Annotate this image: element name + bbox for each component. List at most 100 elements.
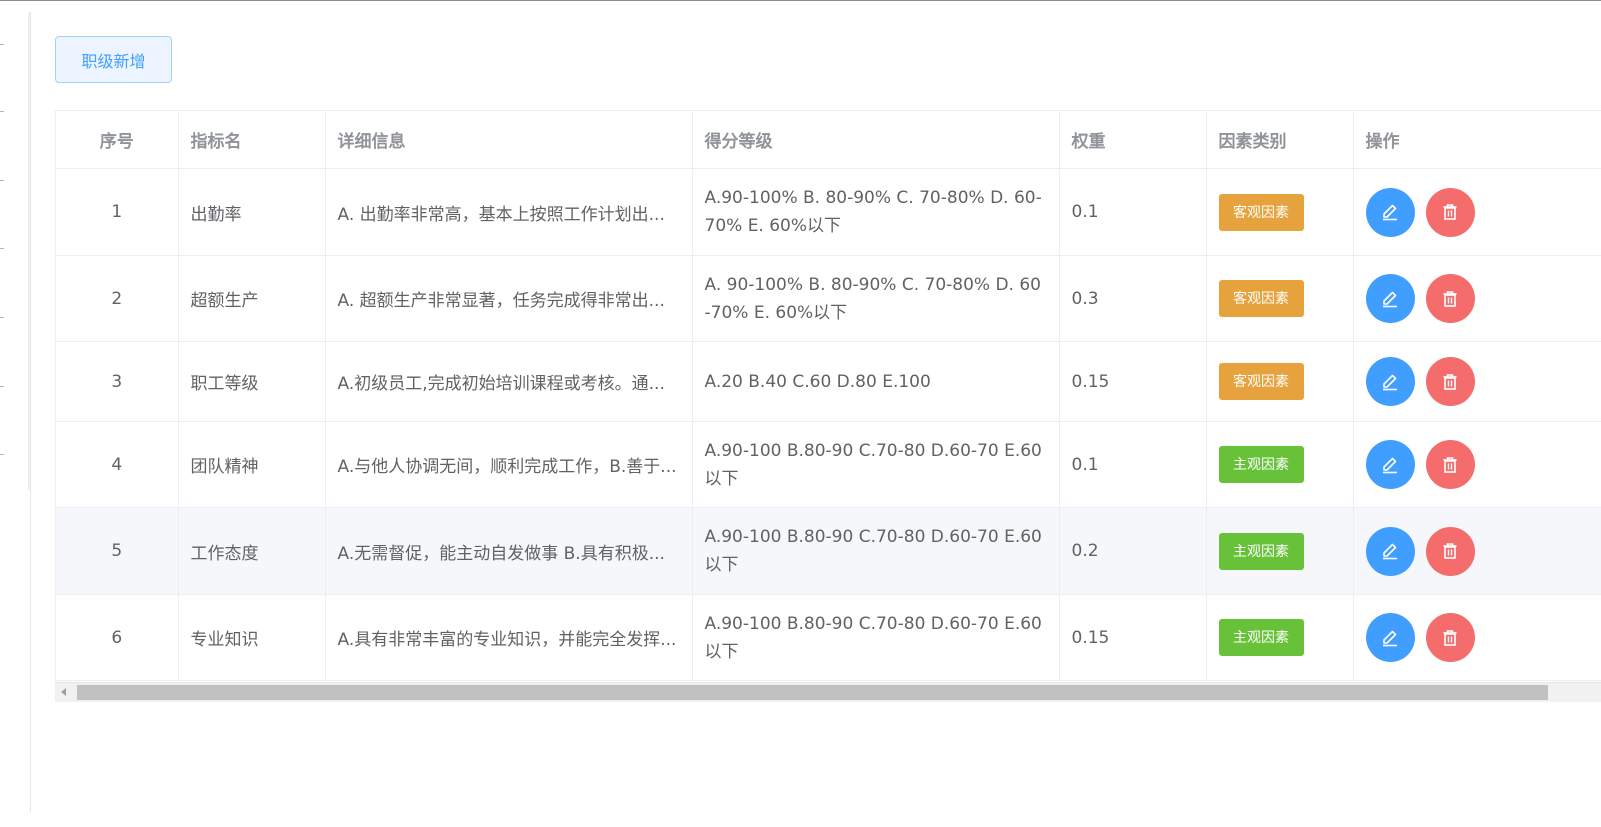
- cell-factor: 主观因素: [1206, 594, 1354, 681]
- cell-name: 专业知识: [178, 594, 326, 681]
- edit-button[interactable]: [1365, 187, 1415, 237]
- cell-weight: 0.1: [1059, 421, 1207, 508]
- cell-ops: [1353, 168, 1601, 256]
- edit-icon: [1383, 457, 1397, 473]
- delete-button[interactable]: [1425, 357, 1475, 406]
- sidebar-tick: [0, 111, 4, 112]
- header-weight: 权重: [1059, 111, 1207, 169]
- left-sidebar-edge: [0, 12, 31, 812]
- cell-detail: A.无需督促，能主动自发做事 B.具有积极...: [325, 507, 693, 595]
- cell-factor: 客观因素: [1206, 341, 1354, 422]
- table-header-row: 序号 指标名 详细信息 得分等级 权重 因素类别 操作: [56, 111, 1601, 169]
- edit-button[interactable]: [1365, 613, 1415, 662]
- table-row: 1 出勤率 A. 出勤率非常高，基本上按照工作计划出... A.90-100% …: [56, 168, 1601, 256]
- cell-grade: A.90-100 B.80-90 C.70-80 D.60-70 E.60以下: [692, 421, 1060, 508]
- edit-button[interactable]: [1365, 526, 1415, 576]
- delete-icon: [1443, 373, 1457, 390]
- cell-factor: 客观因素: [1206, 255, 1354, 342]
- table-row: 3 职工等级 A.初级员工,完成初始培训课程或考核。通... A.20 B.40…: [56, 341, 1601, 422]
- cell-name: 超额生产: [178, 255, 326, 342]
- add-rank-button[interactable]: 职级新增: [55, 36, 172, 83]
- factor-tag: 主观因素: [1218, 532, 1304, 570]
- delete-button[interactable]: [1425, 613, 1475, 662]
- sidebar-shadow: [28, 12, 30, 490]
- edit-button[interactable]: [1365, 357, 1415, 406]
- sidebar-tick: [0, 317, 4, 318]
- cell-detail: A.与他人协调无间，顺利完成工作，B.善于...: [325, 421, 693, 508]
- cell-grade: A.20 B.40 C.60 D.80 E.100: [692, 341, 1060, 422]
- cell-grade: A.90-100% B. 80-90% C. 70-80% D. 60-70% …: [692, 168, 1060, 256]
- delete-icon: [1443, 629, 1457, 646]
- cell-ops: [1353, 507, 1601, 595]
- sidebar-tick: [0, 454, 4, 455]
- edit-button[interactable]: [1365, 274, 1415, 323]
- cell-weight: 0.2: [1059, 507, 1207, 595]
- edit-icon: [1383, 630, 1397, 646]
- factor-tag: 客观因素: [1218, 193, 1304, 231]
- scrollbar-thumb[interactable]: [77, 685, 1548, 700]
- factor-tag: 客观因素: [1218, 280, 1304, 317]
- delete-button[interactable]: [1425, 187, 1475, 237]
- edit-icon: [1383, 543, 1397, 560]
- delete-icon: [1443, 204, 1457, 220]
- cell-ops: [1353, 255, 1601, 342]
- indicator-table: 序号 指标名 详细信息 得分等级 权重 因素类别 操作 1 出勤率 A. 出勤率…: [55, 110, 1601, 702]
- cell-weight: 0.15: [1059, 594, 1207, 681]
- cell-index: 4: [56, 421, 179, 508]
- factor-tag: 主观因素: [1218, 446, 1304, 483]
- cell-detail: A.具有非常丰富的专业知识，并能完全发挥...: [325, 594, 693, 681]
- cell-weight: 0.15: [1059, 341, 1207, 422]
- cell-index: 3: [56, 341, 179, 422]
- factor-tag: 主观因素: [1218, 619, 1304, 656]
- edit-button[interactable]: [1365, 440, 1415, 489]
- cell-weight: 0.1: [1059, 168, 1207, 256]
- top-border: [0, 0, 1601, 1]
- cell-index: 1: [56, 168, 179, 256]
- scroll-left-arrow-icon[interactable]: [61, 688, 66, 696]
- cell-factor: 主观因素: [1206, 507, 1354, 595]
- table-row: 4 团队精神 A.与他人协调无间，顺利完成工作，B.善于... A.90-100…: [56, 421, 1601, 508]
- header-ops: 操作: [1353, 111, 1601, 169]
- cell-detail: A.初级员工,完成初始培训课程或考核。通...: [325, 341, 693, 422]
- sidebar-tick: [0, 44, 4, 45]
- factor-tag: 客观因素: [1218, 363, 1304, 400]
- header-detail: 详细信息: [325, 111, 693, 169]
- cell-grade: A.90-100 B.80-90 C.70-80 D.60-70 E.60以下: [692, 594, 1060, 681]
- cell-index: 5: [56, 507, 179, 595]
- edit-icon: [1383, 291, 1397, 307]
- header-index: 序号: [56, 111, 179, 169]
- table-row: 5 工作态度 A.无需督促，能主动自发做事 B.具有积极... A.90-100…: [56, 507, 1601, 595]
- delete-button[interactable]: [1425, 440, 1475, 489]
- delete-icon: [1443, 290, 1457, 307]
- cell-ops: [1353, 594, 1601, 681]
- header-factor: 因素类别: [1206, 111, 1354, 169]
- cell-detail: A. 出勤率非常高，基本上按照工作计划出...: [325, 168, 693, 256]
- cell-factor: 客观因素: [1206, 168, 1354, 256]
- delete-icon: [1443, 543, 1457, 559]
- cell-index: 6: [56, 594, 179, 681]
- horizontal-scrollbar[interactable]: [55, 682, 1601, 702]
- cell-weight: 0.3: [1059, 255, 1207, 342]
- cell-name: 职工等级: [178, 341, 326, 422]
- cell-name: 出勤率: [178, 168, 326, 256]
- header-name: 指标名: [178, 111, 326, 169]
- cell-ops: [1353, 341, 1601, 422]
- edit-icon: [1383, 374, 1397, 390]
- cell-factor: 主观因素: [1206, 421, 1354, 508]
- cell-detail: A. 超额生产非常显著，任务完成得非常出...: [325, 255, 693, 342]
- cell-name: 团队精神: [178, 421, 326, 508]
- delete-icon: [1443, 456, 1457, 473]
- delete-button[interactable]: [1425, 274, 1475, 323]
- delete-button[interactable]: [1425, 526, 1475, 576]
- table-row: 6 专业知识 A.具有非常丰富的专业知识，并能完全发挥... A.90-100 …: [56, 594, 1601, 681]
- edit-icon: [1383, 204, 1397, 221]
- sidebar-tick: [0, 180, 4, 181]
- sidebar-tick: [0, 248, 4, 249]
- cell-grade: A. 90-100% B. 80-90% C. 70-80% D. 60-70%…: [692, 255, 1060, 342]
- cell-grade: A.90-100 B.80-90 C.70-80 D.60-70 E.60以下: [692, 507, 1060, 595]
- cell-name: 工作态度: [178, 507, 326, 595]
- sidebar-tick: [0, 386, 4, 387]
- cell-ops: [1353, 421, 1601, 508]
- table-row: 2 超额生产 A. 超额生产非常显著，任务完成得非常出... A. 90-100…: [56, 255, 1601, 342]
- cell-index: 2: [56, 255, 179, 342]
